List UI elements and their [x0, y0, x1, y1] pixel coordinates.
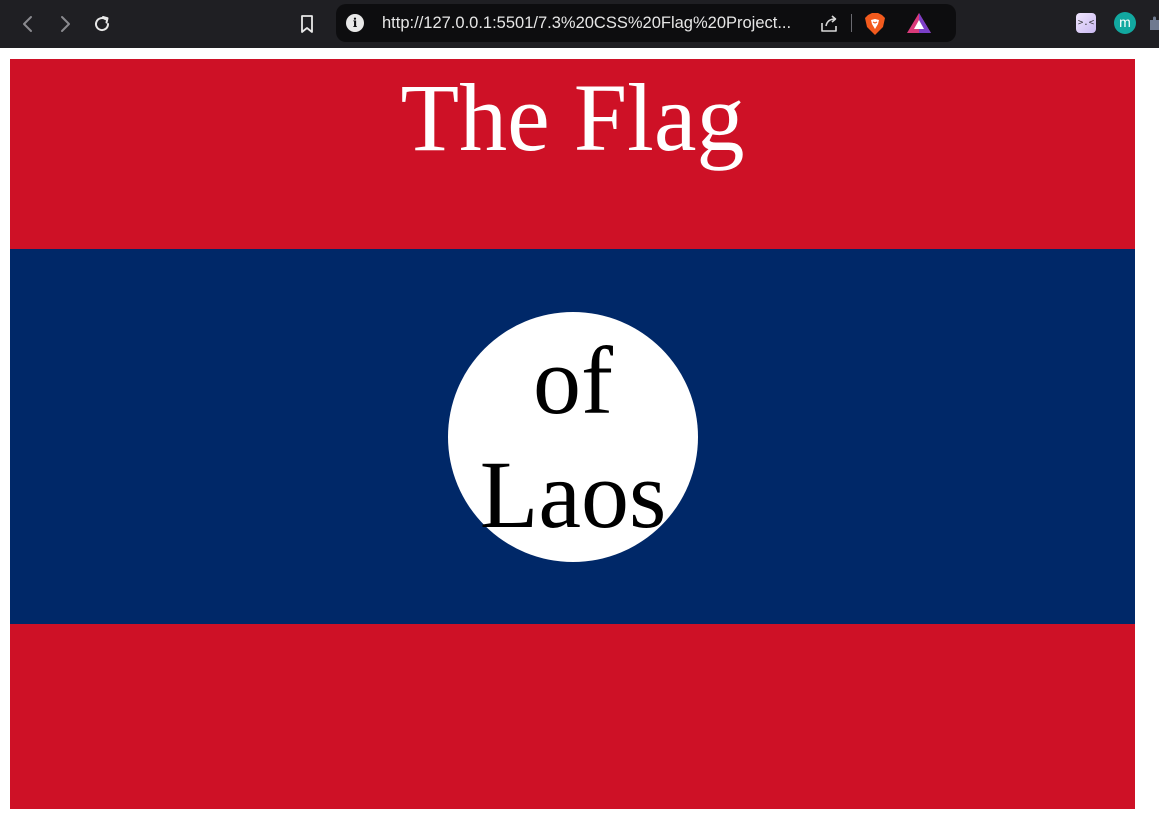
address-bar-divider [851, 14, 852, 32]
laos-flag: The Flag of Laos [10, 59, 1135, 809]
bookmark-icon [301, 15, 313, 33]
page-title: The Flag [400, 64, 745, 171]
reload-icon [95, 16, 110, 32]
share-icon[interactable] [818, 13, 840, 35]
page-viewport: The Flag of Laos [0, 48, 1159, 835]
disc-caption: of Laos [398, 324, 748, 552]
address-bar[interactable]: i http://127.0.0.1:5501/7.3%20CSS%20Flag… [336, 4, 956, 42]
brave-rewards-triangle-icon[interactable] [906, 12, 932, 34]
extension-icon[interactable]: >.< [1076, 13, 1096, 33]
browser-toolbar: i http://127.0.0.1:5501/7.3%20CSS%20Flag… [0, 0, 1159, 48]
disc-caption-line-2: Laos [479, 441, 667, 548]
extensions-puzzle-icon[interactable] [1148, 16, 1159, 30]
bookmark-button[interactable] [292, 9, 322, 39]
chevron-right-icon [61, 16, 70, 32]
flag-bottom-red-stripe [10, 624, 1135, 809]
profile-avatar[interactable]: m [1114, 12, 1136, 34]
chevron-left-icon [23, 16, 32, 32]
info-icon[interactable]: i [346, 14, 364, 32]
back-button[interactable] [13, 9, 43, 39]
url-text[interactable]: http://127.0.0.1:5501/7.3%20CSS%20Flag%2… [382, 4, 791, 42]
brave-lion-icon[interactable] [864, 12, 886, 36]
disc-caption-line-1: of [533, 327, 613, 434]
reload-button[interactable] [87, 9, 117, 39]
forward-button[interactable] [50, 9, 80, 39]
